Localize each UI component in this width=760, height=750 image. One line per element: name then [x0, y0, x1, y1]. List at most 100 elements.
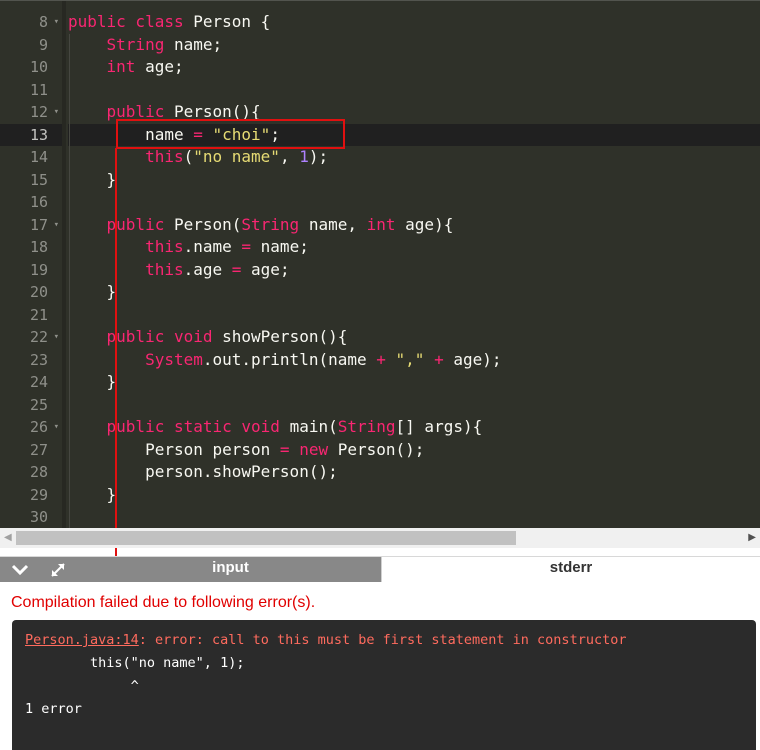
- line-number-text: 27: [29, 440, 48, 459]
- indent-guide: [69, 348, 70, 371]
- code-line[interactable]: [68, 506, 760, 528]
- code-line[interactable]: public class Person {: [68, 11, 760, 34]
- indent-guide: [69, 56, 70, 79]
- error-console: Person.java:14: error: call to this must…: [12, 620, 756, 750]
- code-line[interactable]: person.showPerson();: [68, 461, 760, 484]
- code-token: static: [173, 417, 232, 436]
- line-number-text: 14: [29, 148, 48, 166]
- code-editor[interactable]: 8 ▾ 9 10 11 12 ▾ 13 14 15 16 17 ▾ 18 19 20 21 22 ▾ 23 24 25 26…: [0, 0, 760, 528]
- fold-toggle-icon[interactable]: ▾: [54, 214, 59, 237]
- code-token: [] args){: [395, 417, 483, 436]
- code-token: }: [68, 372, 117, 391]
- code-line[interactable]: }: [68, 483, 760, 506]
- code-token: }: [68, 484, 117, 504]
- line-number-text: 18: [29, 238, 48, 256]
- code-line[interactable]: [68, 191, 760, 214]
- horizontal-scrollbar[interactable]: ◀ ▶: [0, 528, 760, 548]
- line-number-text: 29: [29, 485, 48, 504]
- line-number-text: 16: [29, 193, 48, 211]
- code-token: =: [241, 237, 252, 256]
- code-token: this: [145, 259, 184, 279]
- tab-input[interactable]: input: [80, 557, 381, 583]
- fold-toggle-icon[interactable]: ▾: [54, 416, 59, 439]
- line-number: 25: [0, 394, 62, 417]
- code-line[interactable]: this("no name", 1);: [68, 146, 760, 169]
- fold-toggle-icon[interactable]: ▾: [54, 11, 59, 34]
- scroll-left-icon[interactable]: ◀: [4, 532, 12, 543]
- code-token: public: [106, 327, 165, 346]
- line-number: 23: [0, 349, 62, 372]
- line-number: 17 ▾: [0, 214, 62, 237]
- line-number: 21: [0, 304, 62, 327]
- indent-guide: [69, 281, 70, 304]
- code-line[interactable]: }: [68, 371, 760, 394]
- code-line[interactable]: [68, 78, 760, 101]
- fold-toggle-icon[interactable]: ▾: [54, 326, 59, 349]
- code-token: ,: [279, 147, 300, 166]
- line-number-text: 19: [29, 260, 48, 279]
- indent-guide: [69, 506, 70, 528]
- code-token: this: [145, 237, 184, 256]
- line-number: 22 ▾: [0, 326, 62, 349]
- code-token: .age: [183, 259, 232, 279]
- line-number-text: 9: [38, 35, 48, 54]
- line-number-text: 20: [29, 283, 48, 301]
- line-number: 24: [0, 371, 62, 394]
- scroll-right-icon[interactable]: ▶: [748, 532, 756, 543]
- code-token: showPerson(){: [212, 327, 348, 346]
- code-line[interactable]: System.out.println(name + "," + age);: [68, 348, 760, 371]
- line-number-text: 22: [29, 328, 48, 346]
- line-number-text: 15: [29, 170, 48, 189]
- code-line[interactable]: Person person = new Person();: [68, 438, 760, 461]
- code-token: "no name": [193, 147, 280, 166]
- error-file-link[interactable]: Person.java:14: [25, 632, 139, 648]
- code-token: +: [376, 349, 386, 369]
- code-line[interactable]: public Person(String name, int age){: [68, 213, 760, 236]
- code-token: age){: [395, 214, 454, 234]
- indent-guide: [69, 78, 70, 101]
- code-token: age;: [135, 57, 184, 76]
- code-line[interactable]: this.name = name;: [68, 236, 760, 259]
- code-line[interactable]: [68, 303, 760, 326]
- line-number-text: 23: [29, 350, 48, 369]
- indent-guide: [69, 146, 70, 169]
- code-area[interactable]: public class Person { String name; int a…: [68, 1, 760, 528]
- code-line[interactable]: this.age = age;: [68, 258, 760, 281]
- io-tab-bar: input stderr: [0, 556, 760, 583]
- code-line[interactable]: int age;: [68, 56, 760, 79]
- code-line[interactable]: }: [68, 281, 760, 304]
- line-number: 18: [0, 236, 62, 259]
- console-summary-line: 1 error: [25, 701, 82, 717]
- indent-guide: [69, 213, 70, 236]
- scrollbar-thumb[interactable]: [16, 531, 516, 545]
- line-number: 19: [0, 259, 62, 282]
- tab-stderr[interactable]: stderr: [381, 557, 760, 583]
- line-number-text: 11: [29, 80, 48, 99]
- code-line[interactable]: public static void main(String[] args){: [68, 416, 760, 439]
- indent-guide: [69, 258, 70, 281]
- code-line[interactable]: String name;: [68, 33, 760, 56]
- code-token: }: [68, 282, 117, 301]
- indent-guide: [69, 33, 70, 56]
- fold-toggle-icon[interactable]: ▾: [54, 101, 59, 124]
- code-line[interactable]: }: [68, 168, 760, 191]
- indent-guide: [69, 461, 70, 484]
- line-number-text: 26: [29, 418, 48, 436]
- code-line[interactable]: [68, 393, 760, 416]
- code-token: Person(: [164, 214, 242, 234]
- line-number: 30: [0, 506, 62, 528]
- code-token: age);: [443, 349, 502, 369]
- chevron-down-icon[interactable]: [10, 560, 30, 580]
- console-error-line: Person.java:14: error: call to this must…: [25, 632, 626, 648]
- line-number: 12 ▾: [0, 101, 62, 124]
- code-token: age;: [241, 259, 290, 279]
- code-line[interactable]: public void showPerson(){: [68, 326, 760, 349]
- expand-arrows-icon[interactable]: [48, 560, 68, 580]
